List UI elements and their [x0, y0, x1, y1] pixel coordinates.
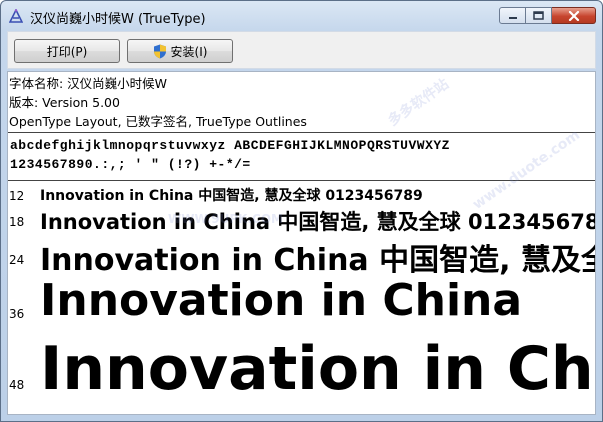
install-button[interactable]: 安装(I)	[127, 39, 233, 63]
charset-letters: abcdefghijklmnopqrstuvwxyz ABCDEFGHIJKLM…	[10, 138, 450, 153]
sample-text: Innovation in China 中国智造, 慧及全球	[40, 243, 596, 278]
sample-size-label: 12	[9, 189, 25, 203]
title-bar[interactable]: 汉仪尚巍小时候W (TrueType)	[1, 1, 602, 31]
toolbar: 打印(P) 安装(I)	[7, 31, 596, 69]
font-viewer-window: 汉仪尚巍小时候W (TrueType) 打印(P) 安装(I) 字体名称: 汉仪…	[0, 0, 603, 422]
font-app-icon	[9, 9, 23, 23]
font-features: OpenType Layout, 已数字签名, TrueType Outline…	[9, 114, 307, 129]
divider-top	[8, 132, 595, 133]
sample-size-label: 36	[9, 307, 25, 321]
install-button-label: 安装(I)	[170, 44, 208, 59]
maximize-icon	[533, 11, 544, 20]
font-preview-area[interactable]: 字体名称: 汉仪尚巍小时候W 版本: Version 5.00 OpenType…	[7, 71, 596, 415]
close-button[interactable]	[552, 7, 596, 24]
font-version: 版本: Version 5.00	[9, 95, 120, 110]
font-name: 字体名称: 汉仪尚巍小时候W	[9, 76, 168, 91]
watermark: www.duote.com	[469, 127, 583, 213]
sample-text: Innovation in China 中国智造, 慧及全球 012345678…	[40, 188, 423, 204]
close-icon	[568, 10, 579, 21]
print-button-label: 打印(P)	[46, 44, 88, 59]
sample-size-label: 24	[9, 253, 25, 267]
window-title: 汉仪尚巍小时候W (TrueType)	[30, 12, 206, 27]
sample-text: Innovation in China	[40, 334, 595, 404]
font-info: 字体名称: 汉仪尚巍小时候W 版本: Version 5.00 OpenType…	[9, 74, 307, 131]
minimize-icon	[508, 16, 517, 19]
window-controls	[499, 7, 596, 26]
maximize-button[interactable]	[526, 7, 552, 24]
sample-text: Innovation in China 中国智造, 慧及全球 012345678…	[40, 210, 596, 234]
charset-symbols: 1234567890.:,; ' " (!?) +-*/=	[10, 157, 251, 172]
print-button[interactable]: 打印(P)	[14, 39, 120, 63]
divider-bottom	[8, 180, 595, 181]
uac-shield-icon	[153, 44, 166, 58]
minimize-button[interactable]	[499, 7, 526, 24]
sample-text: Innovation in China	[40, 275, 523, 326]
sample-size-label: 48	[9, 378, 25, 392]
watermark: 多多软件站	[385, 76, 452, 130]
sample-size-label: 18	[9, 215, 25, 229]
